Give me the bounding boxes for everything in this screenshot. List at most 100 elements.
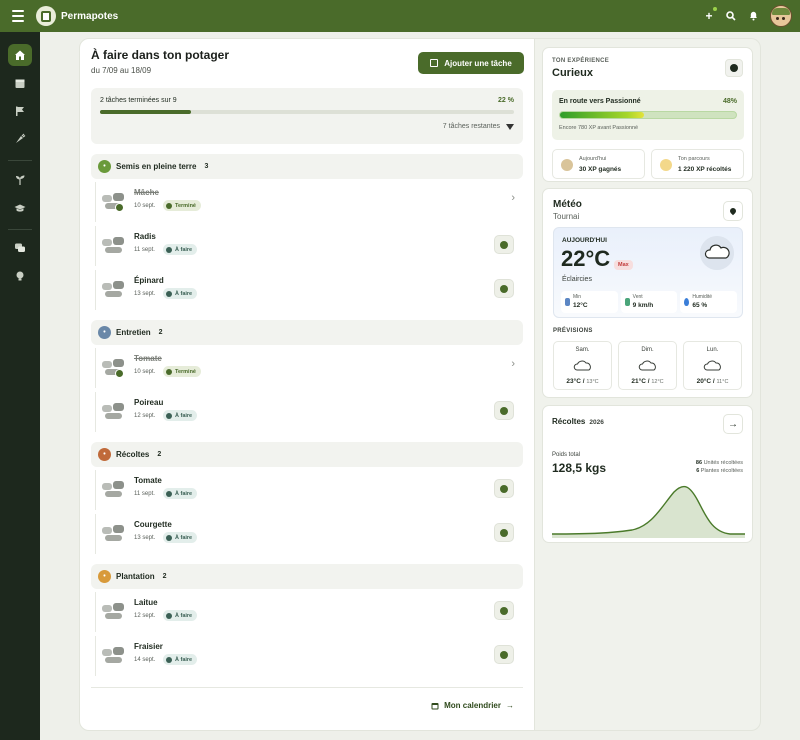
cloud-icon [638,360,656,371]
today-weather: AUJOURD'HUI 22°C Max Éclaircies Min 12°C… [553,227,743,318]
current-temp: 22°C [561,246,611,271]
calendar-link[interactable]: Mon calendrier → [431,701,514,710]
complete-task-button[interactable] [494,401,514,420]
task-name: Mâche [134,188,159,197]
check-icon [500,284,508,293]
add-task-button[interactable]: Ajouter une tâche [418,52,524,74]
wind-icon [624,298,630,306]
task-row[interactable]: Poireau 12 sept. À faire [91,392,523,432]
task-row[interactable]: Radis 11 sept. À faire [91,226,523,266]
carrot-icon[interactable] [8,128,32,150]
harvest-title: Récoltes 2026 [552,417,604,426]
task-row[interactable]: Fraisier 14 sept. À faire [91,636,523,676]
top-bar: Permapotes + [0,0,800,32]
thermometer-icon [565,298,570,306]
chat-icon[interactable] [8,237,32,259]
task-group-header[interactable]: • Récoltes 2 [91,442,523,467]
task-row[interactable]: Tomate 11 sept. À faire [91,470,523,510]
cloud-icon [703,360,721,371]
app-name[interactable]: Permapotes [61,11,118,22]
plant-thumbnail [102,600,126,622]
progress-summary: 2 tâches terminées sur 9 22 % 7 tâches r… [91,88,523,144]
group-name: Entretien [116,328,151,337]
task-date: 13 sept. [134,535,156,541]
calendar-plus-icon [430,59,439,67]
task-panel: À faire dans ton potager du 7/09 au 18/0… [79,38,535,731]
plus-icon[interactable]: + [698,0,720,32]
progress-text: 2 tâches terminées sur 9 [100,97,177,104]
task-date: 10 sept. [134,203,156,209]
sidebar [0,32,40,740]
progress-percent: 22 % [498,97,514,104]
task-row[interactable]: Laitue 12 sept. À faire [91,592,523,632]
complete-task-button[interactable] [494,479,514,498]
plant-thumbnail [102,278,126,300]
check-icon [500,406,508,415]
experience-card: TON EXPÉRIENCE Curieux En route vers Pas… [542,47,753,182]
status-badge: Terminé [163,366,201,377]
check-icon [115,203,124,212]
search-icon[interactable] [720,0,742,32]
group-count: 2 [157,451,162,458]
xp-percent: 48% [722,98,737,105]
task-row[interactable]: Courgette 13 sept. À faire [91,514,523,554]
today-label: AUJOURD'HUI [562,237,607,244]
task-row[interactable]: Tomate 10 sept. Terminé › [91,348,523,388]
status-badge: À faire [163,288,198,299]
group-icon: • [98,326,111,339]
journey-xp: Ton parcours 1 220 XP récoltés [651,149,744,179]
group-count: 2 [158,329,163,336]
check-icon [500,528,508,537]
complete-task-button[interactable] [494,279,514,298]
task-name: Poireau [134,398,164,407]
task-row[interactable]: Mâche 10 sept. Terminé › [91,182,523,222]
task-name: Tomate [134,476,162,485]
add-task-label: Ajouter une tâche [444,58,512,68]
task-date: 12 sept. [134,613,156,619]
forecast-day: Dim. 21°C / 12°C [618,341,677,390]
flag-icon[interactable] [8,100,32,122]
harvest-open-button[interactable]: → [723,414,743,434]
task-group-header[interactable]: • Plantation 2 [91,564,523,589]
trophy-icon [660,159,672,171]
complete-task-button[interactable] [494,645,514,664]
arrow-right-icon: → [506,701,514,710]
avatar[interactable] [770,5,792,27]
home-icon[interactable] [8,44,32,66]
menu-icon[interactable] [0,0,36,32]
complete-task-button[interactable] [494,235,514,254]
forecast-day-name: Sam. [575,347,590,353]
progress-fill [100,110,192,114]
complete-task-button[interactable] [494,601,514,620]
weight-label: Poids total [552,452,581,458]
droplet-icon [684,298,690,306]
group-name: Semis en pleine terre [116,162,197,171]
chevron-right-icon[interactable]: › [511,358,515,370]
chevron-right-icon[interactable]: › [511,192,515,204]
weather-title: Météo [553,199,582,210]
plant-thumbnail [102,478,126,500]
task-row[interactable]: Épinard 13 sept. À faire [91,270,523,310]
today-value: 30 XP gagnés [579,166,622,173]
weather-city: Tournai [553,212,580,221]
lightbulb-icon[interactable] [8,265,32,287]
pin-icon [728,206,738,216]
task-name: Tomate [134,354,162,363]
graduation-cap-icon[interactable] [8,197,32,219]
complete-task-button[interactable] [494,523,514,542]
humidity-value: 65 % [692,302,708,309]
help-button[interactable] [725,59,743,77]
xp-fill [560,112,645,118]
logo[interactable] [36,6,56,26]
experience-level: Curieux [552,67,593,79]
calendar-icon[interactable] [8,72,32,94]
arrow-right-icon: → [728,418,738,430]
status-badge: À faire [163,244,198,255]
task-group-header[interactable]: • Entretien 2 [91,320,523,345]
filter-button[interactable]: 7 tâches restantes [443,123,514,130]
task-group-header[interactable]: • Semis en pleine terre 3 [91,154,523,179]
sprout-icon[interactable] [8,169,32,191]
location-button[interactable] [723,201,743,221]
bell-icon[interactable] [742,0,764,32]
check-icon [500,650,508,659]
